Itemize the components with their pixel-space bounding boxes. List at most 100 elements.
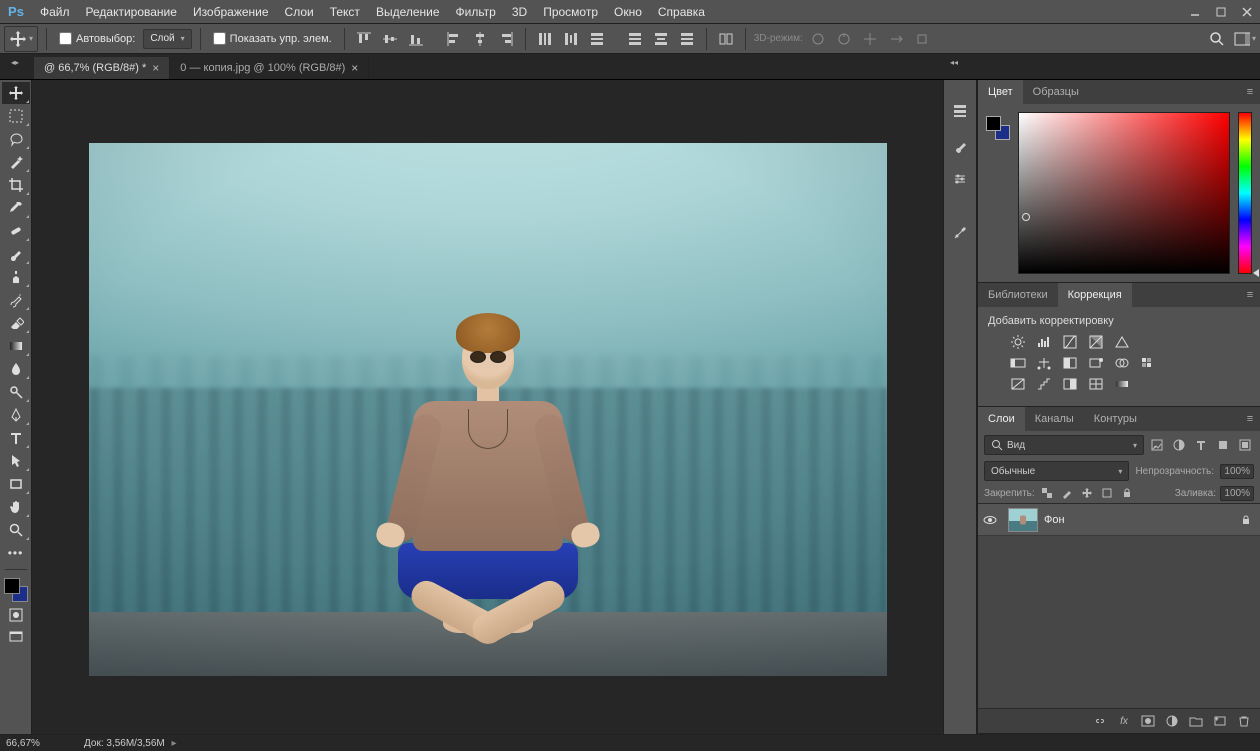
adj-photo-filter-icon[interactable] <box>1086 354 1106 372</box>
tab-swatches[interactable]: Образцы <box>1023 80 1089 104</box>
toolbox-expand-handle[interactable]: ◂▸ <box>2 58 28 66</box>
align-top-edges-button[interactable] <box>353 28 375 50</box>
menu-layers[interactable]: Слои <box>277 0 322 24</box>
document-tab[interactable]: 0 — копия.jpg @ 100% (RGB/8#) × <box>170 57 369 79</box>
tool-brush[interactable] <box>2 243 30 265</box>
menu-image[interactable]: Изображение <box>185 0 277 24</box>
distribute-top-button[interactable] <box>534 28 556 50</box>
blend-mode-select[interactable]: Обычные▾ <box>984 461 1129 481</box>
workspace-switcher-button[interactable]: ▾ <box>1234 28 1256 50</box>
adj-brightness-icon[interactable] <box>1008 333 1028 351</box>
layer-filter-kind-select[interactable]: Вид ▾ <box>984 435 1144 455</box>
tool-rect-marquee[interactable] <box>2 105 30 127</box>
menu-filter[interactable]: Фильтр <box>448 0 504 24</box>
3d-slide-button[interactable] <box>885 28 907 50</box>
quick-mask-button[interactable] <box>2 604 30 626</box>
tab-paths[interactable]: Контуры <box>1084 407 1147 431</box>
history-panel-icon[interactable] <box>947 98 973 124</box>
opacity-value-input[interactable]: 100% <box>1220 464 1254 479</box>
lock-icon[interactable] <box>1240 514 1252 526</box>
align-horizontal-centers-button[interactable] <box>469 28 491 50</box>
tool-gradient[interactable] <box>2 335 30 357</box>
screen-mode-button[interactable] <box>2 626 30 648</box>
properties-panel-icon[interactable] <box>947 220 973 246</box>
tool-history-brush[interactable] <box>2 289 30 311</box>
menu-file[interactable]: Файл <box>32 0 78 24</box>
panel-menu-button[interactable]: ≡ <box>1240 413 1260 425</box>
window-close-button[interactable] <box>1234 0 1260 24</box>
canvas-area[interactable] <box>32 80 943 734</box>
foreground-color-swatch[interactable] <box>4 578 20 594</box>
layer-fx-button[interactable]: fx <box>1116 713 1132 729</box>
tool-rectangle[interactable] <box>2 473 30 495</box>
adj-hue-icon[interactable] <box>1008 354 1028 372</box>
zoom-level[interactable]: 66,67% <box>6 738 60 749</box>
document-tab-active[interactable]: @ 66,7% (RGB/8#) * × <box>34 57 170 79</box>
hue-slider[interactable] <box>1238 112 1252 274</box>
adj-posterize-icon[interactable] <box>1034 375 1054 393</box>
adj-channel-mixer-icon[interactable] <box>1112 354 1132 372</box>
minidock-expand-handle[interactable]: ◂◂ <box>950 58 958 67</box>
tool-move[interactable] <box>2 82 30 104</box>
distribute-hcenter-button[interactable] <box>650 28 672 50</box>
filter-adjust-icon[interactable] <box>1170 436 1188 454</box>
doc-size-info[interactable]: Док: 3,56M/3,56M ▸ <box>84 738 177 749</box>
adj-bw-icon[interactable] <box>1060 354 1080 372</box>
document-canvas[interactable] <box>89 143 887 676</box>
layer-item[interactable]: Фон <box>978 504 1260 536</box>
color-mini-swatches[interactable] <box>986 116 1010 140</box>
adj-color-balance-icon[interactable] <box>1034 354 1054 372</box>
adj-gradient-map-icon[interactable] <box>1112 375 1132 393</box>
distribute-left-button[interactable] <box>624 28 646 50</box>
tool-type[interactable] <box>2 427 30 449</box>
window-minimize-button[interactable] <box>1182 0 1208 24</box>
layer-thumbnail[interactable] <box>1008 508 1038 532</box>
tool-pen[interactable] <box>2 404 30 426</box>
adj-selective-color-icon[interactable] <box>1086 375 1106 393</box>
menu-3d[interactable]: 3D <box>504 0 535 24</box>
filter-shape-icon[interactable] <box>1214 436 1232 454</box>
show-transform-controls-input[interactable] <box>213 32 226 45</box>
tool-magic-wand[interactable] <box>2 151 30 173</box>
menu-type[interactable]: Текст <box>322 0 368 24</box>
autoselect-kind-select[interactable]: Слой ▾ <box>143 29 191 49</box>
hue-slider-handle[interactable] <box>1253 269 1259 277</box>
tab-channels[interactable]: Каналы <box>1025 407 1084 431</box>
show-transform-controls-checkbox[interactable]: Показать упр. элем. <box>209 32 336 45</box>
adj-threshold-icon[interactable] <box>1060 375 1080 393</box>
align-left-edges-button[interactable] <box>443 28 465 50</box>
foreground-color-swatch[interactable] <box>986 116 1001 131</box>
adj-invert-icon[interactable] <box>1008 375 1028 393</box>
3d-pan-button[interactable] <box>859 28 881 50</box>
filter-smart-icon[interactable] <box>1236 436 1254 454</box>
delete-layer-button[interactable] <box>1236 713 1252 729</box>
menu-help[interactable]: Справка <box>650 0 713 24</box>
auto-align-button[interactable] <box>715 28 737 50</box>
align-right-edges-button[interactable] <box>495 28 517 50</box>
color-picker-field[interactable] <box>1018 112 1230 274</box>
menu-window[interactable]: Окно <box>606 0 650 24</box>
3d-scale-button[interactable] <box>911 28 933 50</box>
lock-artboard-button[interactable] <box>1099 485 1115 501</box>
tool-clone[interactable] <box>2 266 30 288</box>
close-icon[interactable]: × <box>351 62 358 74</box>
new-layer-button[interactable] <box>1212 713 1228 729</box>
tab-libraries[interactable]: Библиотеки <box>978 283 1058 307</box>
tool-dodge[interactable] <box>2 381 30 403</box>
tab-adjustments[interactable]: Коррекция <box>1058 283 1132 307</box>
new-adjustment-layer-button[interactable] <box>1164 713 1180 729</box>
distribute-vcenter-button[interactable] <box>560 28 582 50</box>
adj-exposure-icon[interactable] <box>1086 333 1106 351</box>
adj-curves-icon[interactable] <box>1060 333 1080 351</box>
tab-layers[interactable]: Слои <box>978 407 1025 431</box>
distribute-bottom-button[interactable] <box>586 28 608 50</box>
adj-levels-icon[interactable] <box>1034 333 1054 351</box>
autoselect-checkbox[interactable]: Автовыбор: <box>55 32 139 45</box>
tab-color[interactable]: Цвет <box>978 80 1023 104</box>
fill-value-input[interactable]: 100% <box>1220 486 1254 501</box>
distribute-right-button[interactable] <box>676 28 698 50</box>
window-maximize-button[interactable] <box>1208 0 1234 24</box>
brush-settings-panel-icon[interactable] <box>947 132 973 158</box>
3d-orbit-button[interactable] <box>807 28 829 50</box>
add-mask-button[interactable] <box>1140 713 1156 729</box>
